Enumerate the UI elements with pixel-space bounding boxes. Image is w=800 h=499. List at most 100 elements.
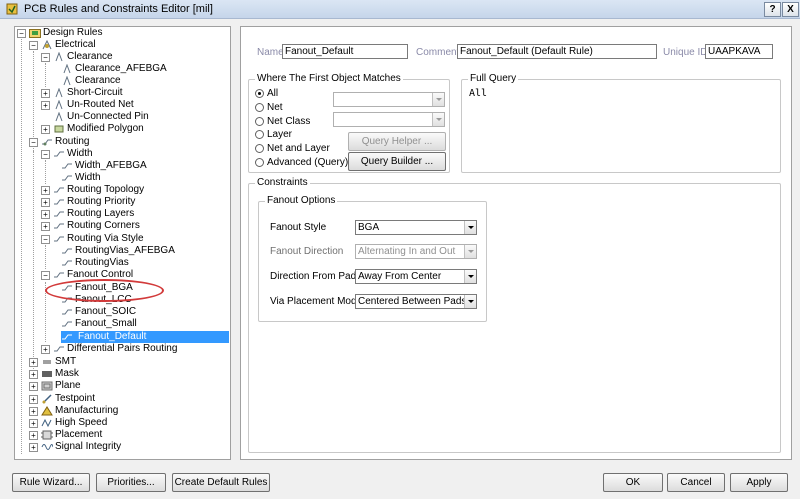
tree-item-fanout-default[interactable]: Fanout_Default bbox=[61, 331, 229, 343]
tree-item-label: Design Rules bbox=[43, 27, 103, 38]
help-button[interactable]: ? bbox=[764, 2, 781, 17]
via-placement-value: Centered Between Pads bbox=[358, 296, 467, 307]
tree-item-label: Fanout_SOIC bbox=[75, 306, 137, 317]
tree-item-label: Clearance bbox=[75, 75, 121, 86]
fanout-style-value: BGA bbox=[358, 222, 380, 233]
radio-advanced[interactable] bbox=[255, 158, 264, 167]
chevron-down-icon bbox=[464, 295, 476, 308]
diff-pairs-icon bbox=[54, 346, 64, 352]
via-placement-select[interactable]: Centered Between Pads bbox=[355, 294, 477, 309]
tree-item-label: Mask bbox=[55, 368, 79, 379]
direction-from-pad-label: Direction From Pad bbox=[270, 271, 357, 282]
chevron-down-icon bbox=[464, 245, 476, 258]
query-helper-button[interactable]: Query Helper ... bbox=[348, 132, 446, 151]
rule-wizard-button[interactable]: Rule Wizard... bbox=[12, 473, 90, 492]
match-group-title: Where The First Object Matches bbox=[255, 73, 403, 84]
radio-all[interactable] bbox=[255, 89, 264, 98]
unique-id-input[interactable]: UAAPKAVA bbox=[705, 44, 773, 59]
tree-item-label: Plane bbox=[55, 380, 81, 391]
tree-item-label: Width_AFEBGA bbox=[75, 160, 147, 171]
radio-net-and-layer-label: Net and Layer bbox=[267, 143, 330, 154]
plane-icon bbox=[41, 381, 53, 391]
tree-item-label: Fanout_Small bbox=[75, 318, 137, 329]
net-class-select[interactable] bbox=[333, 112, 445, 127]
radio-net-class[interactable] bbox=[255, 117, 264, 126]
fanout-direction-select[interactable]: Alternating In and Out bbox=[355, 244, 477, 259]
comment-label: Comment bbox=[416, 47, 460, 58]
radio-advanced-label: Advanced (Query) bbox=[267, 157, 349, 168]
ok-button[interactable]: OK bbox=[603, 473, 663, 492]
radio-net-and-layer[interactable] bbox=[255, 144, 264, 153]
tree-item-label: Signal Integrity bbox=[55, 441, 122, 452]
high-speed-icon bbox=[41, 418, 52, 428]
tree-item-label: Routing Layers bbox=[67, 208, 135, 219]
app-icon bbox=[6, 3, 18, 15]
tree-item-label: RoutingVias bbox=[75, 257, 129, 268]
direction-from-pad-value: Away From Center bbox=[358, 271, 442, 282]
tree-item-label: Differential Pairs Routing bbox=[67, 343, 178, 354]
cancel-button[interactable]: Cancel bbox=[667, 473, 725, 492]
tree-item-label: Width bbox=[75, 172, 101, 183]
create-default-rules-button[interactable]: Create Default Rules bbox=[172, 473, 270, 492]
tree-item-label: Modified Polygon bbox=[67, 123, 144, 134]
radio-net[interactable] bbox=[255, 103, 264, 112]
polygon-icon bbox=[54, 125, 64, 133]
fanout-direction-label: Fanout Direction bbox=[270, 246, 344, 257]
rule-icon bbox=[62, 321, 72, 327]
mask-icon bbox=[42, 371, 52, 377]
tree-item-label: Electrical bbox=[55, 39, 96, 50]
layers-icon bbox=[54, 211, 64, 217]
chevron-down-icon bbox=[432, 93, 444, 106]
radio-layer[interactable] bbox=[255, 130, 264, 139]
apply-button[interactable]: Apply bbox=[730, 473, 788, 492]
query-builder-button[interactable]: Query Builder ... bbox=[348, 152, 446, 171]
direction-from-pad-select[interactable]: Away From Center bbox=[355, 269, 477, 284]
electrical-rule-icon bbox=[42, 40, 52, 50]
name-input[interactable]: Fanout_Default bbox=[282, 44, 408, 59]
full-query-text[interactable]: All bbox=[469, 88, 487, 99]
fanout-icon bbox=[54, 272, 64, 278]
full-query-group: Full Query bbox=[461, 73, 781, 173]
chevron-down-icon bbox=[464, 221, 476, 234]
testpoint-icon bbox=[42, 394, 52, 404]
fanout-options-title: Fanout Options bbox=[265, 195, 338, 206]
rule-icon bbox=[62, 334, 72, 340]
rule-editor-panel: Name Fanout_Default Comment Fanout_Defau… bbox=[240, 26, 792, 460]
tree-item-label: Routing bbox=[55, 136, 90, 147]
rules-tree[interactable]: − Design Rules − Electrical − Clearance … bbox=[14, 26, 231, 460]
radio-layer-label: Layer bbox=[267, 129, 293, 140]
tree-item-label: Width bbox=[67, 148, 93, 159]
rule-icon bbox=[62, 260, 72, 266]
radio-net-class-label: Net Class bbox=[267, 116, 311, 127]
unique-id-label: Unique ID bbox=[663, 47, 708, 58]
short-circuit-icon bbox=[55, 88, 63, 98]
constraints-title: Constraints bbox=[255, 177, 310, 188]
chevron-down-icon bbox=[464, 270, 476, 283]
chevron-down-icon bbox=[432, 113, 444, 126]
manufacturing-icon bbox=[41, 406, 53, 416]
rule-icon bbox=[62, 309, 72, 315]
fanout-direction-value: Alternating In and Out bbox=[358, 246, 456, 257]
fanout-style-select[interactable]: BGA bbox=[355, 220, 477, 235]
unrouted-net-icon bbox=[55, 100, 63, 110]
close-button[interactable]: X bbox=[782, 2, 799, 17]
tree-item-label: Clearance_AFEBGA bbox=[75, 63, 167, 74]
rule-icon bbox=[62, 163, 72, 169]
tree-item-label: SMT bbox=[55, 356, 77, 367]
tree-item-label: Un-Connected Pin bbox=[67, 111, 149, 122]
tree-item-label: Routing Priority bbox=[67, 196, 136, 207]
priorities-button[interactable]: Priorities... bbox=[96, 473, 166, 492]
smt-icon bbox=[43, 360, 51, 364]
tree-item-label: Fanout_Default bbox=[75, 331, 150, 343]
unconnected-pin-icon bbox=[55, 112, 63, 122]
comment-input[interactable]: Fanout_Default (Default Rule) bbox=[457, 44, 657, 59]
net-select[interactable] bbox=[333, 92, 445, 107]
routing-icon bbox=[42, 139, 52, 146]
rule-icon bbox=[62, 248, 72, 254]
title-bar: PCB Rules and Constraints Editor [mil] ?… bbox=[0, 0, 800, 19]
tree-item-label: Routing Corners bbox=[67, 220, 140, 231]
tree-item-label: Routing Topology bbox=[67, 184, 145, 195]
fanout-style-label: Fanout Style bbox=[270, 222, 327, 233]
tree-item-label: Manufacturing bbox=[55, 405, 119, 416]
via-placement-label: Via Placement Mode bbox=[270, 296, 363, 307]
